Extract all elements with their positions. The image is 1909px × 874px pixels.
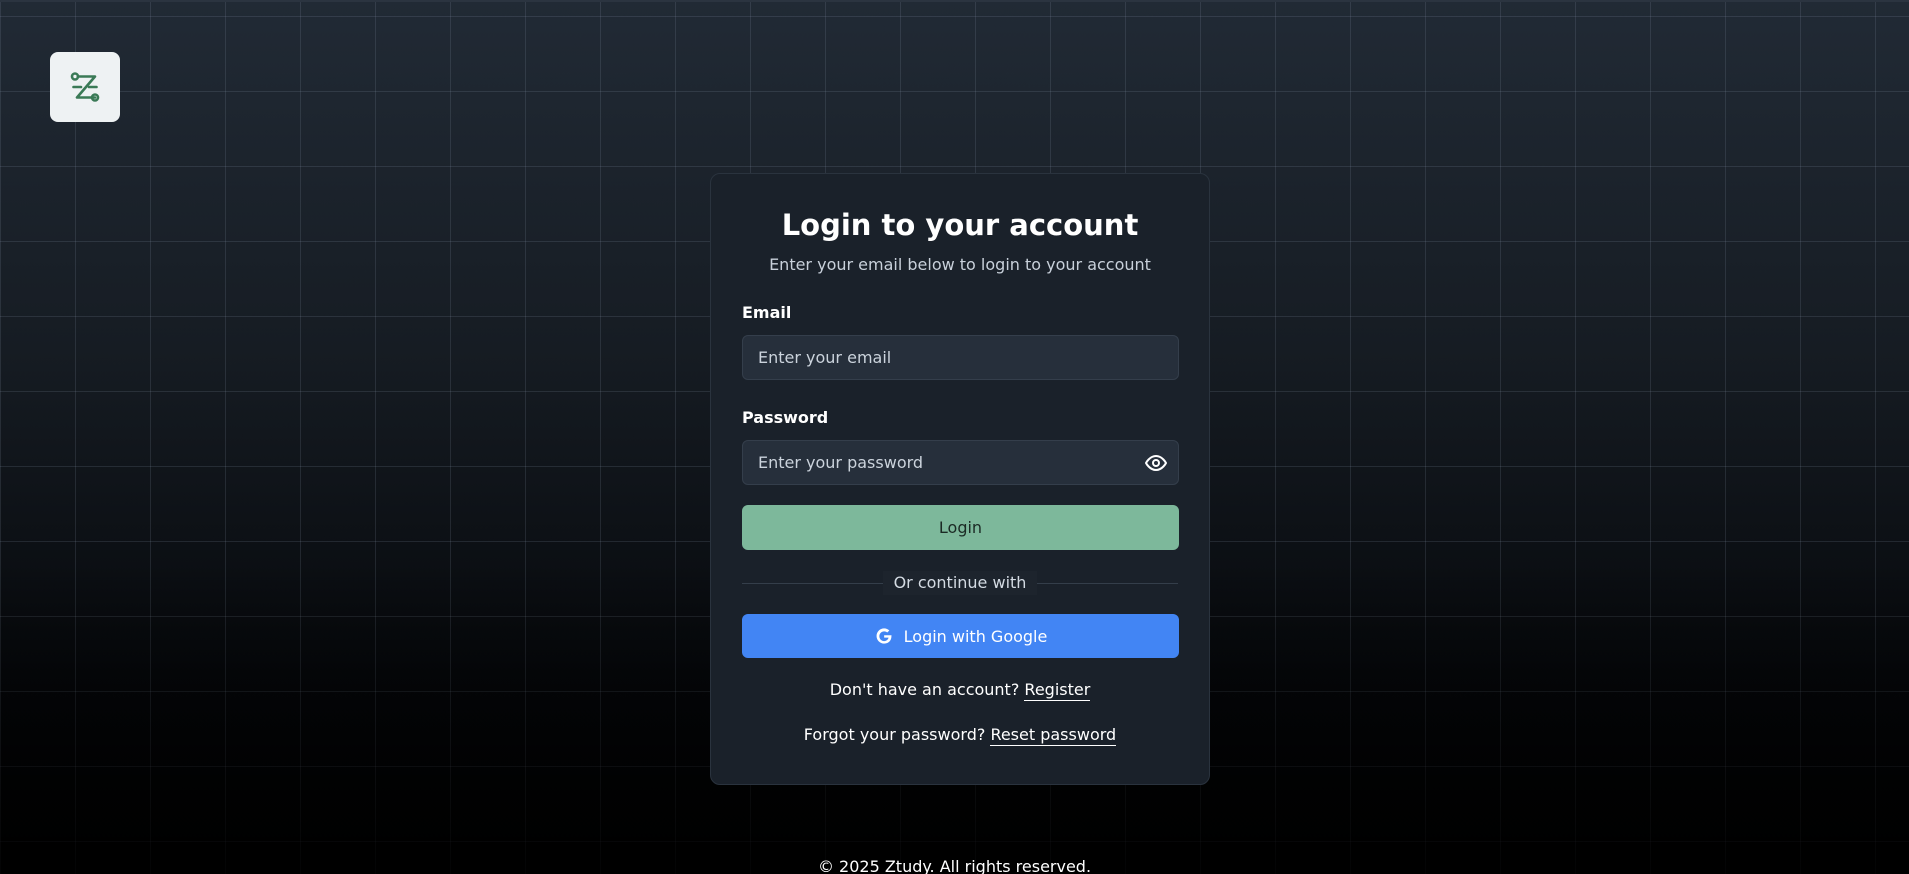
reset-password-link[interactable]: Reset password — [990, 725, 1117, 746]
google-icon — [874, 626, 894, 646]
register-prompt-text: Don't have an account? — [829, 680, 1020, 699]
password-field[interactable] — [743, 441, 1178, 484]
top-border — [0, 0, 1909, 2]
brand-logo[interactable] — [50, 52, 120, 122]
email-field[interactable] — [743, 336, 1178, 379]
footer-copyright: © 2025 Ztudy. All rights reserved. — [817, 857, 1092, 874]
reset-prompt: Forgot your password? Reset password — [742, 723, 1178, 747]
password-field-wrapper — [742, 440, 1179, 485]
divider-text: Or continue with — [882, 571, 1038, 595]
ztudy-logo-icon — [70, 72, 100, 102]
login-card: Login to your account Enter your email b… — [710, 173, 1210, 785]
login-title: Login to your account — [781, 208, 1139, 242]
google-login-label: Login with Google — [903, 626, 1048, 646]
register-prompt: Don't have an account? Register — [742, 678, 1178, 702]
login-button[interactable]: Login — [742, 505, 1179, 550]
login-subtitle: Enter your email below to login to your … — [769, 255, 1151, 274]
email-field-wrapper — [742, 335, 1179, 380]
eye-icon[interactable] — [1142, 450, 1170, 476]
google-login-button[interactable]: Login with Google — [742, 614, 1179, 658]
email-label: Email — [742, 303, 792, 322]
reset-prompt-text: Forgot your password? — [803, 725, 986, 744]
register-link[interactable]: Register — [1024, 680, 1091, 701]
password-label: Password — [742, 408, 829, 427]
or-divider: Or continue with — [742, 571, 1178, 595]
